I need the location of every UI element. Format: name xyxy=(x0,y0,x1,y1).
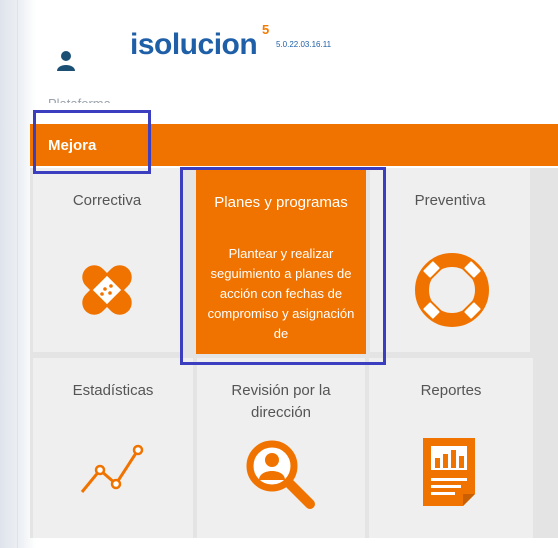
tile-label: Revisión por la dirección xyxy=(231,382,331,421)
highlight-box-planes xyxy=(180,167,386,365)
tile-label: Reportes xyxy=(420,382,482,399)
lifebuoy-icon xyxy=(415,253,489,327)
magnifier-person-icon xyxy=(246,440,315,509)
bandage-icon xyxy=(82,265,132,315)
tile-label: Estadísticas xyxy=(72,382,154,399)
nav-item-plataforma[interactable]: Plataforma xyxy=(48,93,111,103)
app-version: 5.0.22.03.16.11 xyxy=(276,40,332,49)
line-chart-icon xyxy=(80,444,144,493)
app-logo: isolucion xyxy=(130,28,258,61)
highlight-box-mejora xyxy=(33,110,151,174)
app-logo-version-number: 5 xyxy=(262,22,270,37)
report-icon xyxy=(423,438,475,506)
tile-label: Preventiva xyxy=(414,192,486,209)
frame-divider xyxy=(17,0,18,548)
user-icon[interactable] xyxy=(56,50,76,72)
tile-label: Correctiva xyxy=(72,192,142,209)
